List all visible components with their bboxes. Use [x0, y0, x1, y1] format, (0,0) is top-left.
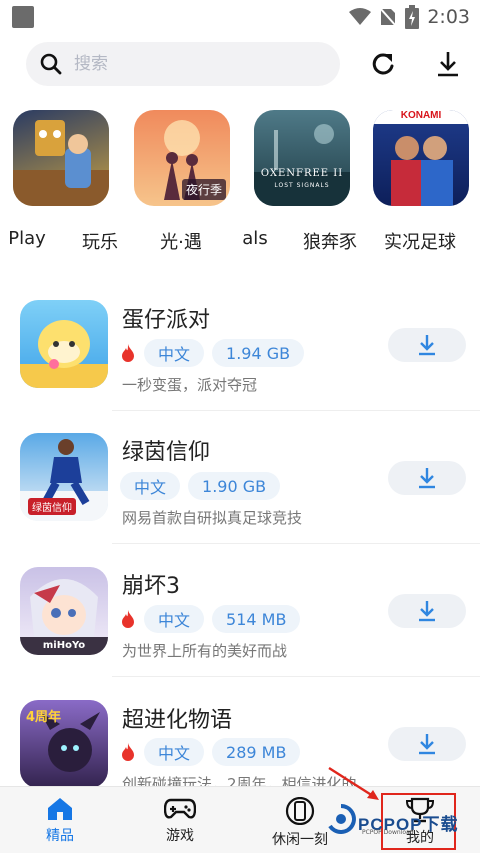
- featured-label-6[interactable]: 实况足球: [365, 228, 475, 254]
- download-icon: [419, 734, 435, 755]
- hot-fire-icon: [122, 344, 134, 362]
- language-tag: 中文: [144, 738, 205, 766]
- game-description: 网易首款自研拟真足球竞技: [122, 509, 303, 527]
- search-bar[interactable]: [26, 42, 340, 86]
- notification-icon: [12, 6, 34, 28]
- publisher-logo: miHoYo: [42, 640, 86, 651]
- search-icon: [40, 53, 62, 75]
- size-tag: 1.94 GB: [212, 339, 305, 367]
- wifi-icon: [349, 8, 372, 25]
- refresh-icon: [372, 53, 394, 75]
- game-icon[interactable]: [20, 300, 108, 388]
- home-icon: [48, 798, 72, 820]
- featured-game-icon-4[interactable]: KONAMI: [373, 110, 469, 206]
- publisher-logo: KONAMI: [400, 110, 442, 121]
- featured-game-icon-3[interactable]: OXENFREE II LOST SIGNALS: [254, 110, 350, 206]
- hot-fire-icon: [122, 743, 134, 761]
- phone-icon: [285, 797, 315, 825]
- gamepad-icon: [164, 798, 196, 819]
- game-badge: 夜行季: [181, 179, 226, 200]
- download-icon: [419, 468, 435, 489]
- download-manager-button[interactable]: [428, 44, 468, 84]
- download-button[interactable]: [388, 727, 466, 761]
- divider: [112, 410, 480, 411]
- search-input[interactable]: [74, 54, 294, 74]
- hot-fire-icon: [122, 610, 134, 628]
- game-name[interactable]: 超进化物语: [122, 702, 232, 734]
- size-tag: 1.90 GB: [188, 472, 281, 500]
- game-art-title: OXENFREE II: [260, 168, 344, 179]
- watermark: PCPOP下载 PCPOP Download: [318, 796, 478, 836]
- nav-label: 精品: [46, 828, 74, 844]
- download-icon: [419, 335, 435, 356]
- download-button[interactable]: [388, 594, 466, 628]
- size-tag: 514 MB: [212, 605, 301, 633]
- game-description: 为世界上所有的美好而战: [122, 642, 288, 660]
- game-tags: 中文 289 MB: [120, 738, 301, 766]
- clock: 2:03: [427, 6, 470, 28]
- nav-tab-games[interactable]: 游戏: [125, 787, 235, 853]
- game-art-icon: [254, 124, 350, 206]
- divider: [112, 676, 480, 677]
- language-tag: 中文: [144, 605, 205, 633]
- download-icon: [419, 601, 435, 622]
- app-screen: { "status_bar": { "time": "2:03" }, "sea…: [0, 0, 480, 853]
- refresh-button[interactable]: [363, 44, 403, 84]
- no-sim-icon: [379, 7, 398, 27]
- divider: [112, 543, 480, 544]
- download-button[interactable]: [388, 461, 466, 495]
- game-icon[interactable]: 4周年: [20, 700, 108, 788]
- watermark-subtext: PCPOP Download: [362, 829, 414, 836]
- featured-game-icon-2[interactable]: 夜行季: [134, 110, 230, 206]
- nav-tab-featured[interactable]: 精品: [5, 787, 115, 853]
- download-icon: [438, 52, 458, 77]
- game-tags: 中文 1.94 GB: [120, 339, 305, 367]
- eggy-party-icon: [20, 320, 108, 388]
- nav-label: 游戏: [166, 828, 194, 844]
- download-button[interactable]: [388, 328, 466, 362]
- game-icon-caption: 绿茵信仰: [28, 498, 76, 515]
- featured-label-5[interactable]: 狼奔豕: [290, 228, 370, 254]
- game-name[interactable]: 蛋仔派对: [122, 302, 210, 334]
- game-art-icon: [373, 110, 469, 206]
- anniversary-badge: 4周年: [26, 710, 62, 725]
- battery-icon: [405, 5, 420, 29]
- game-description: 一秒变蛋，派对夺冠: [122, 376, 258, 394]
- language-tag: 中文: [120, 472, 181, 500]
- language-tag: 中文: [144, 339, 205, 367]
- size-tag: 289 MB: [212, 738, 301, 766]
- game-art-icon: [13, 120, 109, 206]
- game-art-subtitle: LOST SIGNALS: [274, 182, 330, 189]
- featured-game-icon-1[interactable]: [13, 110, 109, 206]
- game-tags: 中文 514 MB: [120, 605, 301, 633]
- game-icon[interactable]: 绿茵信仰: [20, 433, 108, 521]
- game-name[interactable]: 绿茵信仰: [122, 434, 210, 466]
- game-tags: 中文 1.90 GB: [120, 472, 281, 500]
- status-bar: 2:03: [0, 0, 480, 34]
- game-icon[interactable]: miHoYo: [20, 567, 108, 655]
- game-name[interactable]: 崩坏3: [122, 568, 180, 600]
- watermark-logo-icon: [328, 804, 356, 834]
